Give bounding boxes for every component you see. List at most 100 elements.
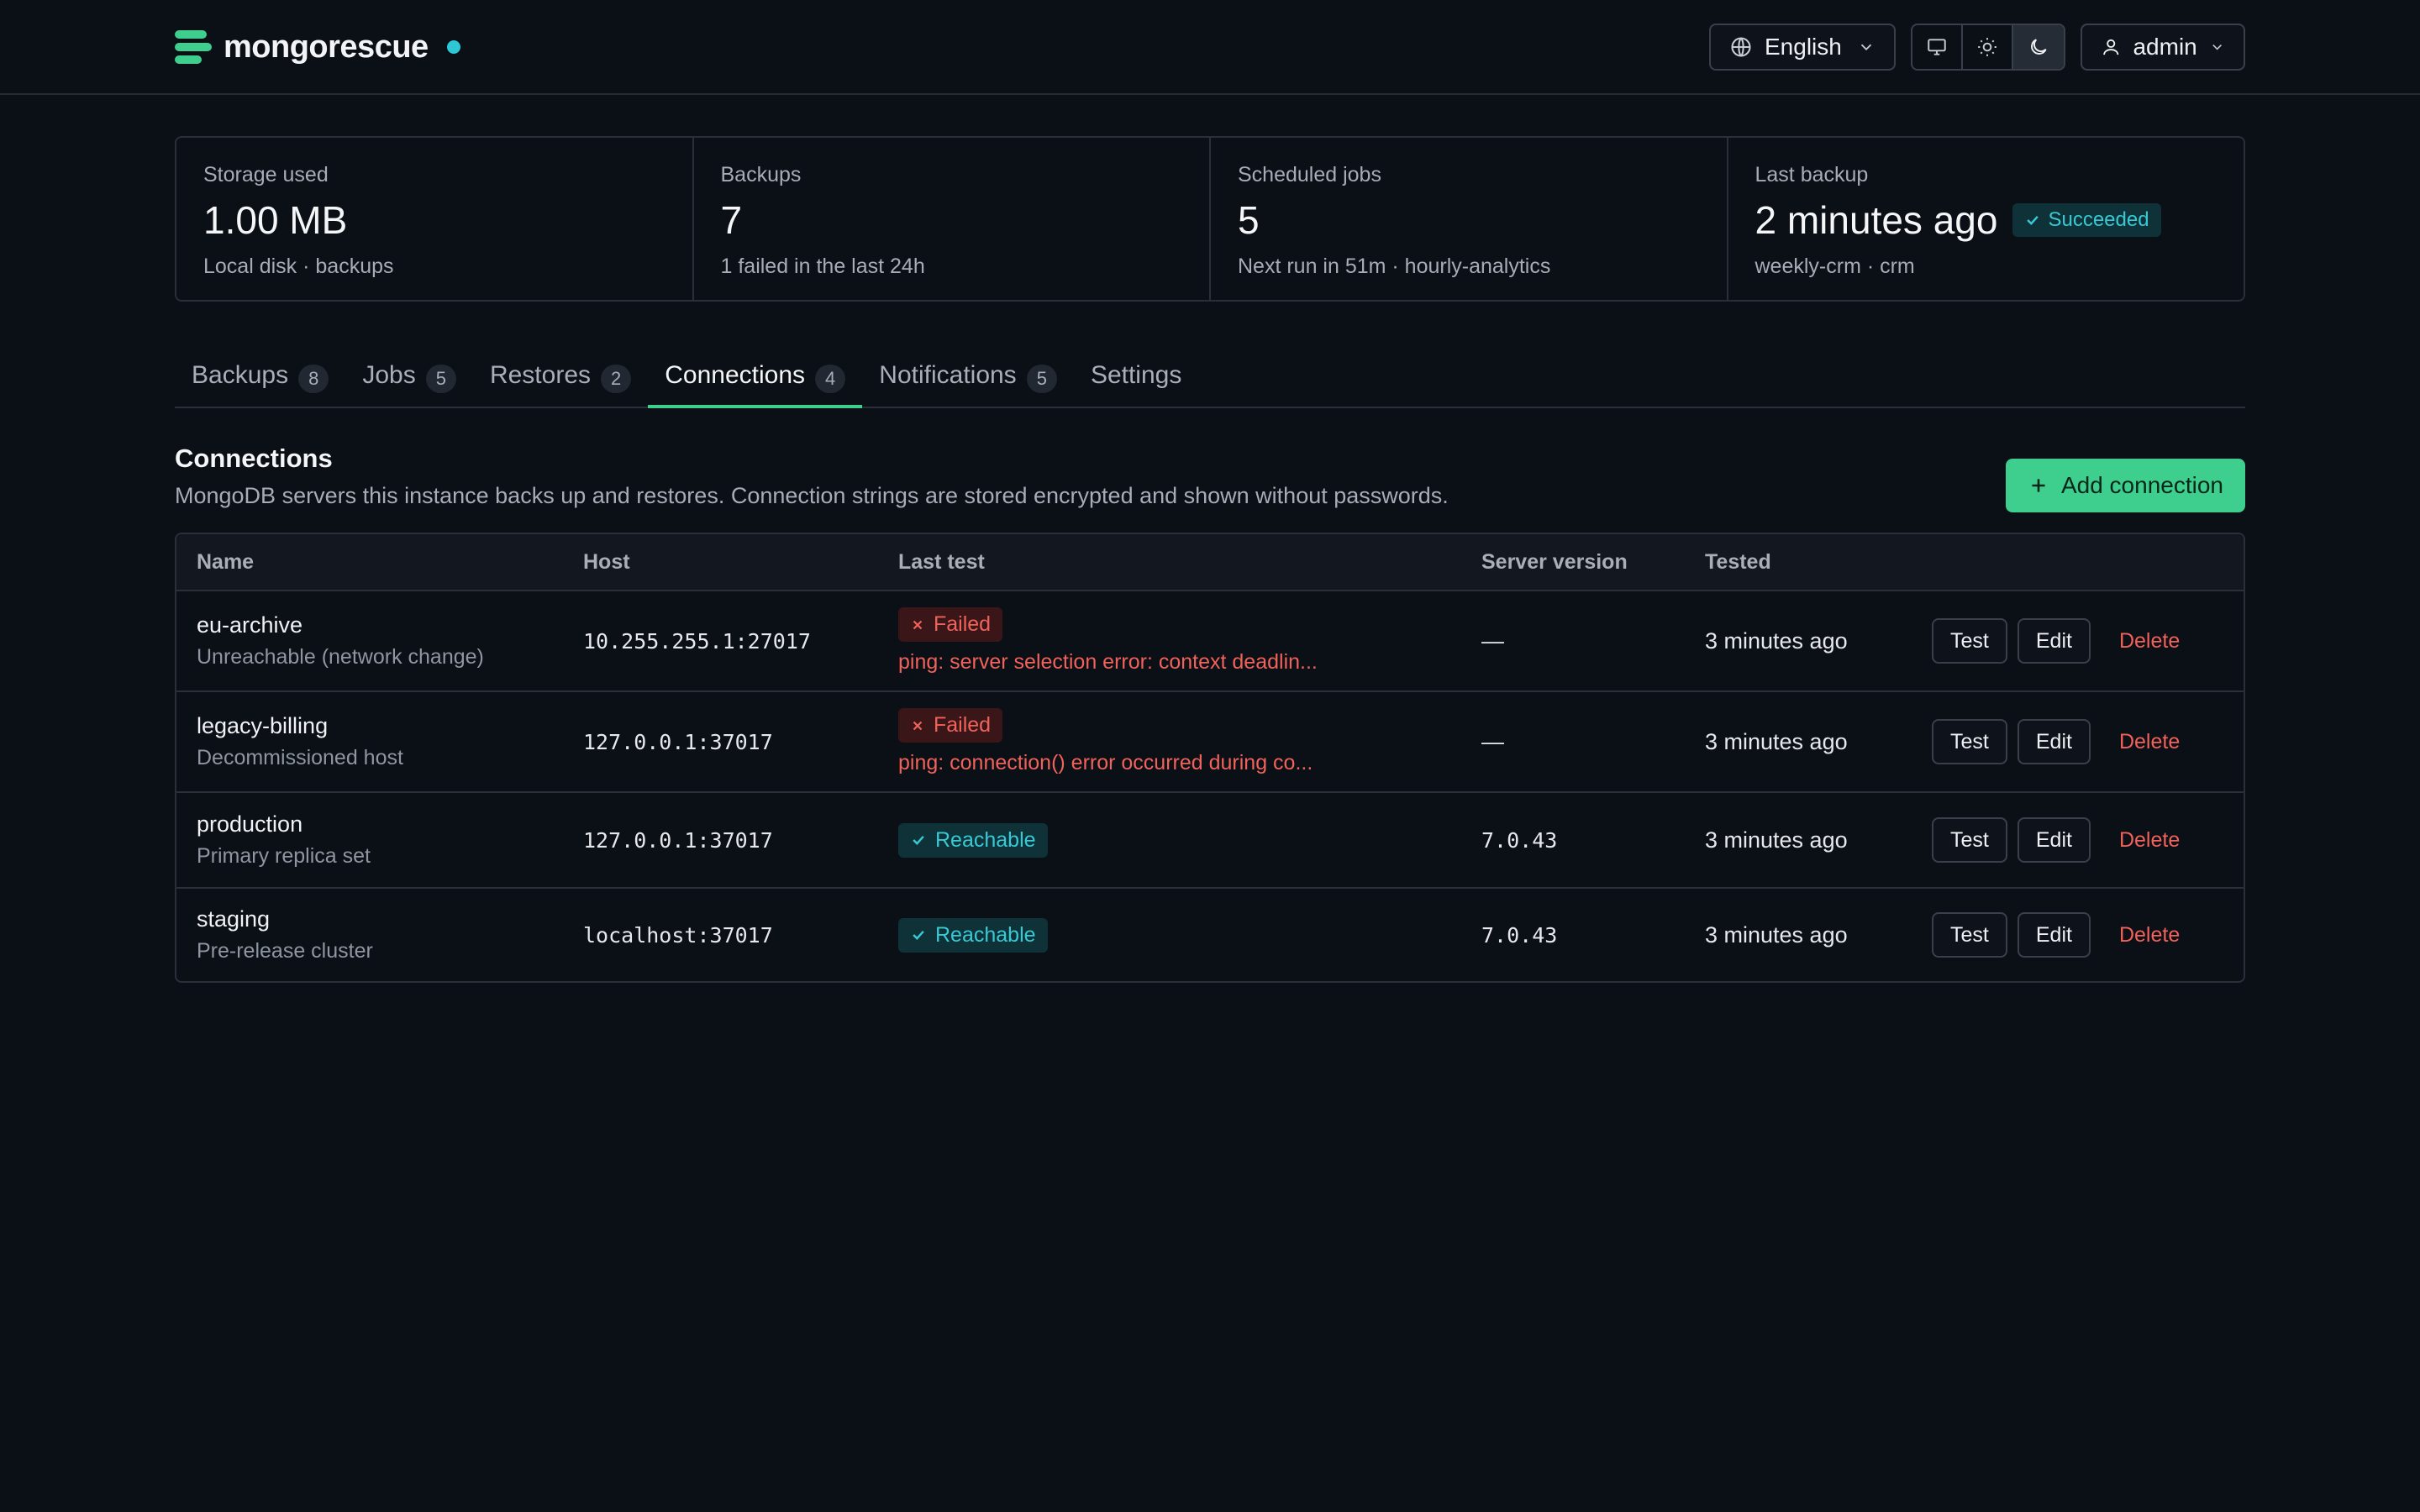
user-name: admin <box>2133 34 2197 60</box>
test-button[interactable]: Test <box>1932 719 2007 764</box>
stat-label: Last backup <box>1754 163 1869 186</box>
user-menu[interactable]: admin <box>2081 24 2245 71</box>
section-title: Connections <box>175 444 333 473</box>
actions-cell: Test Edit Delete <box>1932 618 2244 664</box>
error-message: ping: connection() error occurred during… <box>898 751 1313 774</box>
host-cell: 10.255.255.1:27017 <box>583 628 811 654</box>
host-cell: localhost:37017 <box>583 922 773 948</box>
theme-switcher <box>1911 24 2065 71</box>
connection-name: legacy-billing <box>197 713 329 738</box>
tab-connections[interactable]: Connections 4 <box>648 351 863 408</box>
stat-last-backup: Last backup 2 minutes ago Succeeded week… <box>1728 138 2244 300</box>
edit-button[interactable]: Edit <box>2017 912 2091 958</box>
stat-value: 7 <box>720 198 743 242</box>
column-header-last-test: Last test <box>898 549 985 574</box>
name-cell: staging Pre-release cluster <box>176 906 583 963</box>
tested-cell: 3 minutes ago <box>1705 627 1848 654</box>
user-icon <box>2103 39 2119 55</box>
table-row: production Primary replica set 127.0.0.1… <box>176 793 2244 889</box>
stat-storage: Storage used 1.00 MB Local disk · backup… <box>176 138 694 300</box>
test-button[interactable]: Test <box>1932 817 2007 863</box>
add-connection-button[interactable]: Add connection <box>2005 459 2245 512</box>
stat-value: 2 minutes ago <box>1754 198 1998 242</box>
tab-backups[interactable]: Backups 8 <box>175 351 345 408</box>
moon-icon <box>2031 39 2047 55</box>
tab-count: 4 <box>815 365 846 393</box>
dark-theme-button[interactable] <box>2013 25 2064 69</box>
last-test-cell: Failed ping: server selection error: con… <box>898 607 1481 675</box>
tab-settings[interactable]: Settings <box>1074 351 1198 408</box>
table-row: staging Pre-release cluster localhost:37… <box>176 889 2244 981</box>
edit-button[interactable]: Edit <box>2017 719 2091 764</box>
section-description: MongoDB servers this instance backs up a… <box>175 483 1449 508</box>
stats-panel: Storage used 1.00 MB Local disk · backup… <box>175 136 2245 302</box>
sun-icon <box>1978 38 1996 56</box>
language-select[interactable]: English <box>1709 24 1896 71</box>
tab-label: Restores <box>489 361 591 389</box>
last-test-cell: Reachable <box>898 917 1481 953</box>
tab-restores[interactable]: Restores 2 <box>473 351 648 408</box>
stat-sub: Local disk · backups <box>203 255 394 278</box>
system-theme-button[interactable] <box>1912 25 1963 69</box>
edit-button[interactable]: Edit <box>2017 618 2091 664</box>
actions-cell: Test Edit Delete <box>1932 719 2244 764</box>
stat-value: 1.00 MB <box>203 198 348 242</box>
reachable-badge: Reachable <box>898 822 1048 858</box>
delete-button[interactable]: Delete <box>2101 923 2198 948</box>
database-logo-icon <box>175 29 212 66</box>
badge-label: Succeeded <box>2048 208 2149 231</box>
tab-notifications[interactable]: Notifications 5 <box>862 351 1074 408</box>
tab-count: 2 <box>601 365 632 393</box>
delete-button[interactable]: Delete <box>2101 629 2198 654</box>
actions-cell: Test Edit Delete <box>1932 912 2244 958</box>
stat-label: Storage used <box>203 163 329 186</box>
column-header-server-version: Server version <box>1481 549 1628 574</box>
status-label: Failed <box>934 713 992 737</box>
connection-description: Primary replica set <box>197 844 371 868</box>
failed-badge: Failed <box>898 607 1003 642</box>
version-cell: — <box>1481 627 1504 654</box>
table-header: Name Host Last test Server version Teste… <box>176 534 2244 591</box>
brand-name: mongorescue <box>224 29 429 65</box>
globe-icon <box>1731 37 1751 57</box>
language-label: English <box>1765 34 1842 60</box>
light-theme-button[interactable] <box>1963 25 2013 69</box>
name-cell: legacy-billing Decommissioned host <box>176 713 583 770</box>
last-test-cell: Reachable <box>898 822 1481 858</box>
version-cell: — <box>1481 728 1504 754</box>
tab-count: 5 <box>1026 365 1057 393</box>
host-cell: 127.0.0.1:37017 <box>583 827 773 853</box>
brand[interactable]: mongorescue <box>175 29 460 66</box>
actions-cell: Test Edit Delete <box>1932 817 2244 863</box>
x-icon <box>913 721 923 730</box>
tab-label: Connections <box>665 361 806 389</box>
chevron-down-icon <box>2212 45 2222 50</box>
tested-cell: 3 minutes ago <box>1705 827 1848 853</box>
column-header-name: Name <box>197 549 255 574</box>
check-icon <box>913 930 924 940</box>
tested-cell: 3 minutes ago <box>1705 921 1848 948</box>
stat-backups: Backups 7 1 failed in the last 24h <box>694 138 1211 300</box>
version-cell: 7.0.43 <box>1481 827 1558 853</box>
name-cell: production Primary replica set <box>176 811 583 869</box>
monitor-icon <box>1928 39 1946 55</box>
tab-label: Backups <box>192 361 289 389</box>
tab-jobs[interactable]: Jobs 5 <box>345 351 473 408</box>
column-header-tested: Tested <box>1705 549 1771 574</box>
edit-button[interactable]: Edit <box>2017 817 2091 863</box>
error-message: ping: server selection error: context de… <box>898 650 1318 674</box>
last-test-cell: Failed ping: connection() error occurred… <box>898 708 1481 775</box>
test-button[interactable]: Test <box>1932 912 2007 958</box>
stat-sub: 1 failed in the last 24h <box>720 255 925 278</box>
connection-name: production <box>197 811 303 837</box>
host-cell: 127.0.0.1:37017 <box>583 729 773 754</box>
test-button[interactable]: Test <box>1932 618 2007 664</box>
delete-button[interactable]: Delete <box>2101 828 2198 853</box>
succeeded-badge: Succeeded <box>2012 203 2161 237</box>
stat-scheduled-jobs: Scheduled jobs 5 Next run in 51m · hourl… <box>1211 138 1728 300</box>
reachable-badge: Reachable <box>898 917 1048 953</box>
delete-button[interactable]: Delete <box>2101 730 2198 754</box>
tab-label: Notifications <box>879 361 1017 389</box>
tab-bar: Backups 8 Jobs 5 Restores 2 Connections … <box>175 351 2245 408</box>
stat-label: Backups <box>720 163 802 186</box>
